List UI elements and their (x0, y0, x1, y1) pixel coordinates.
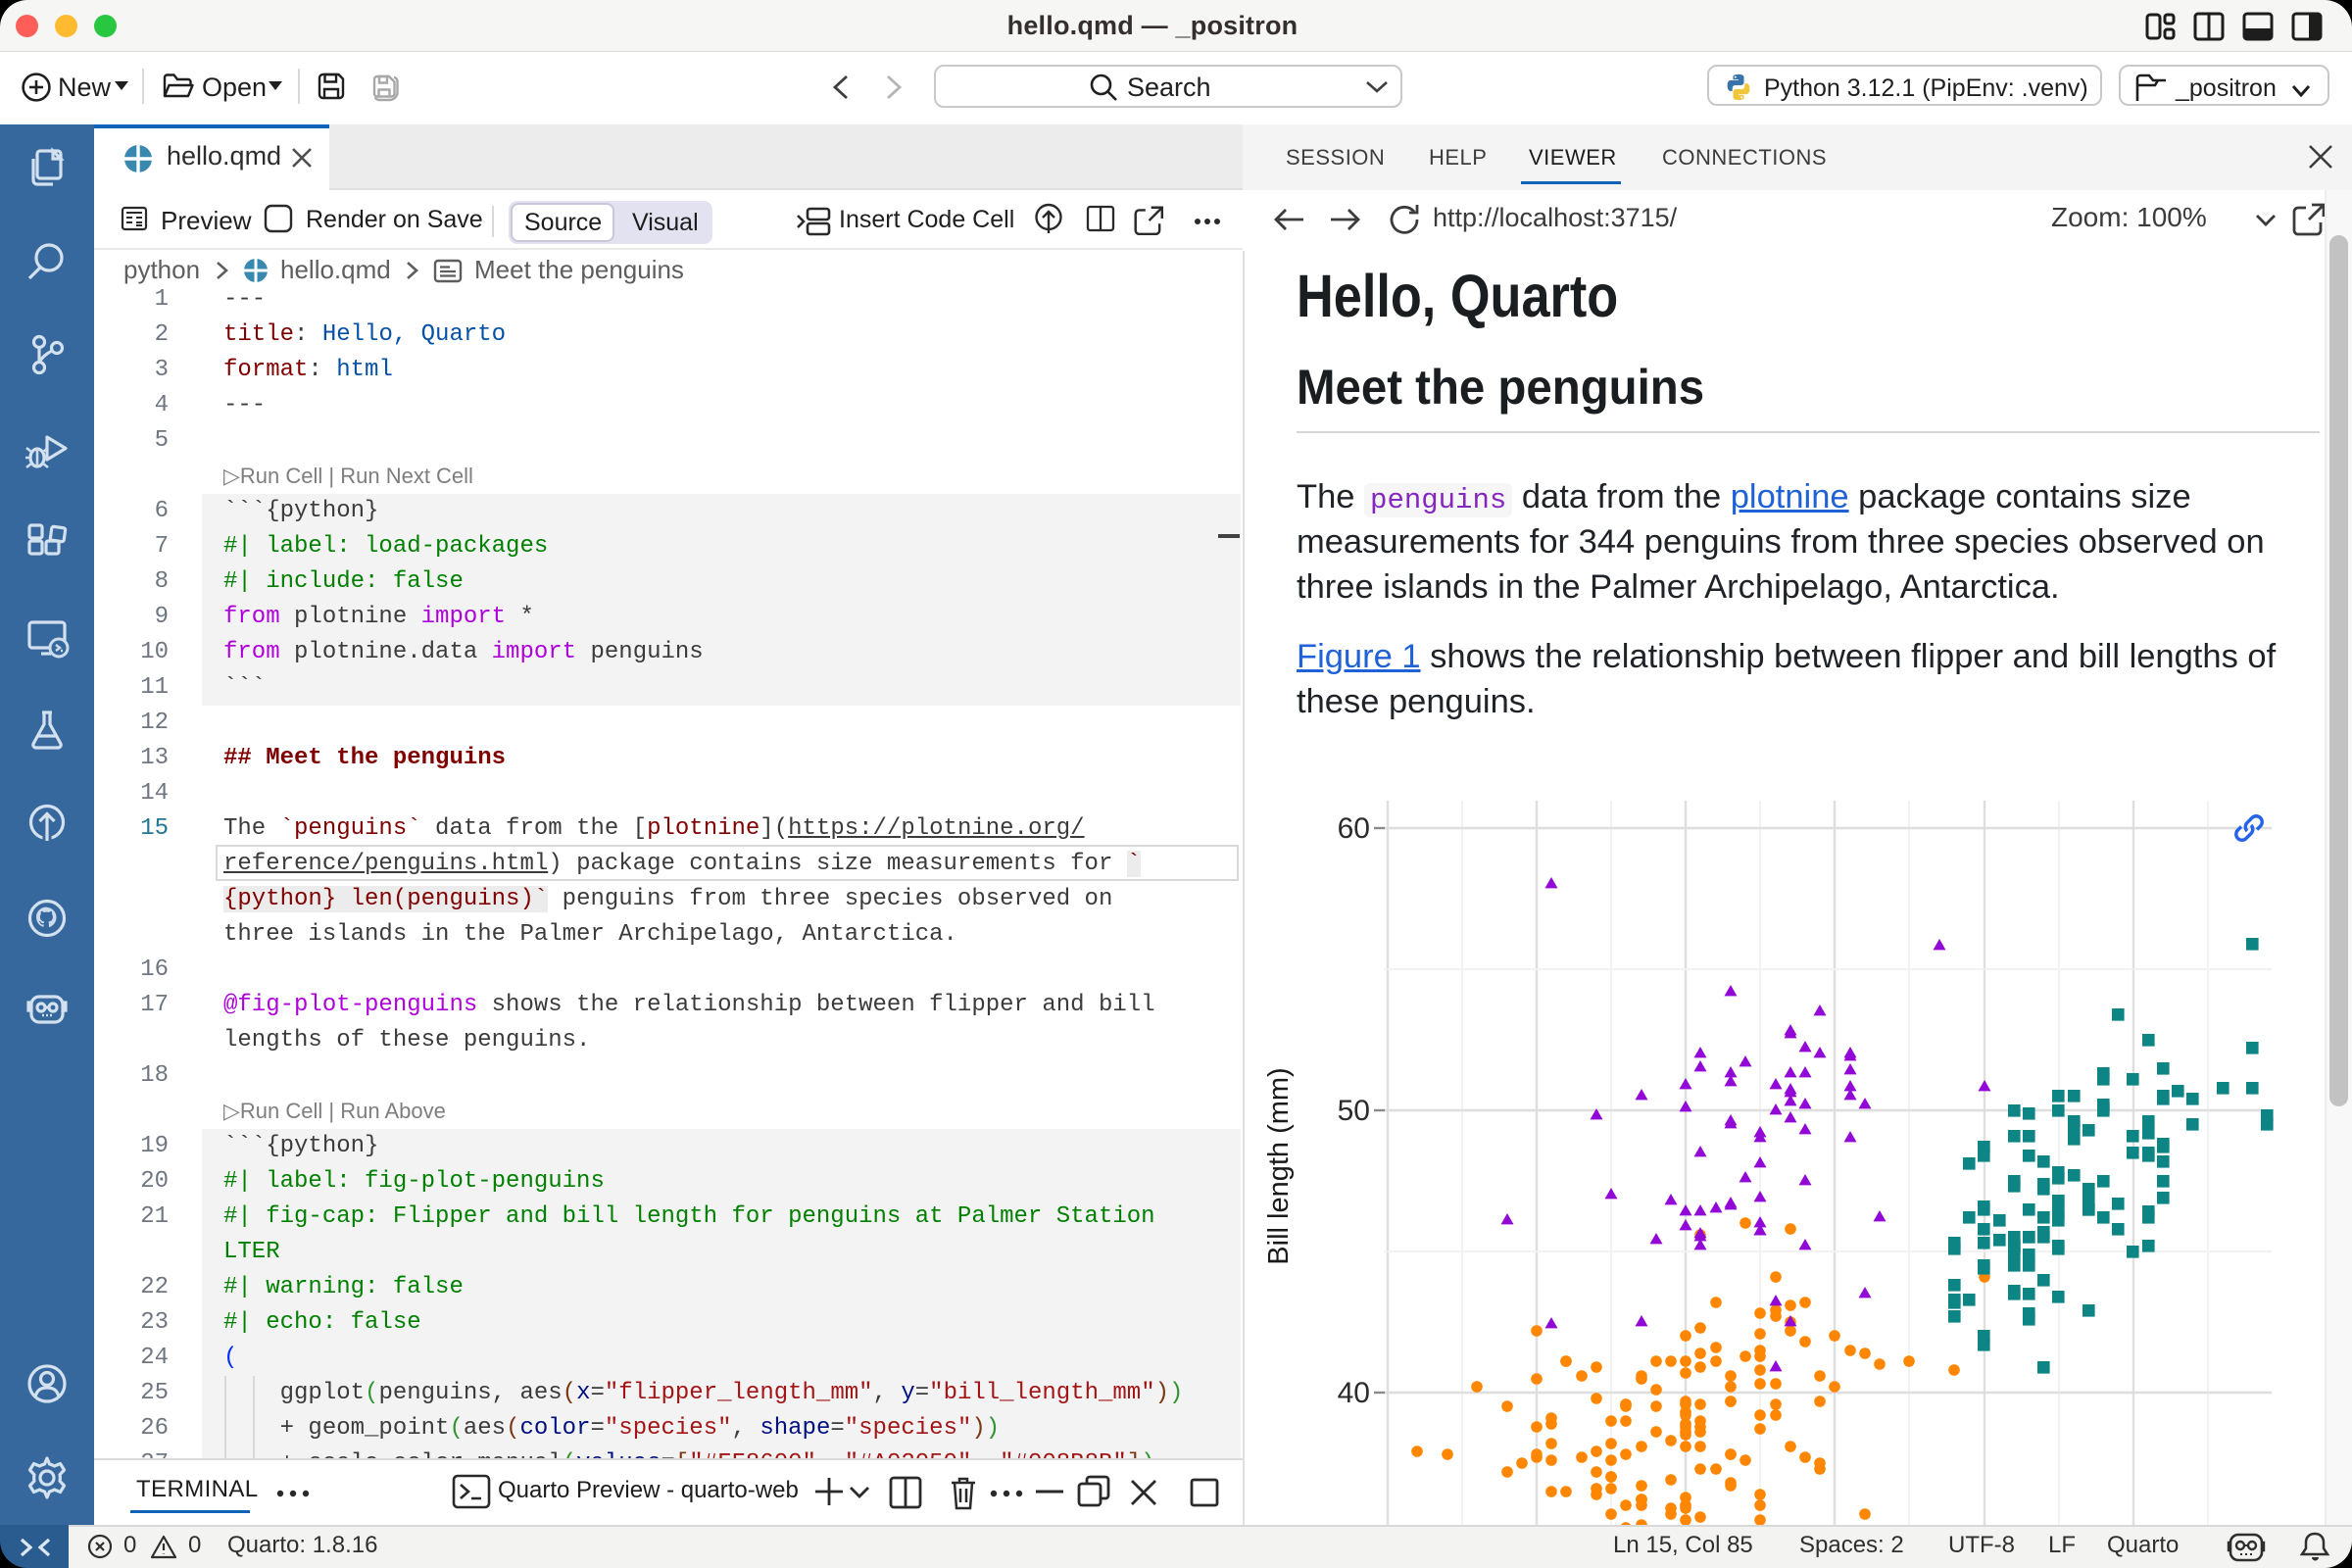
svg-text:60: 60 (1338, 812, 1370, 845)
svg-text:40: 40 (1338, 1377, 1370, 1409)
svg-text:50: 50 (1338, 1095, 1370, 1127)
svg-text:Bill length (mm): Bill length (mm) (1263, 1067, 1295, 1264)
